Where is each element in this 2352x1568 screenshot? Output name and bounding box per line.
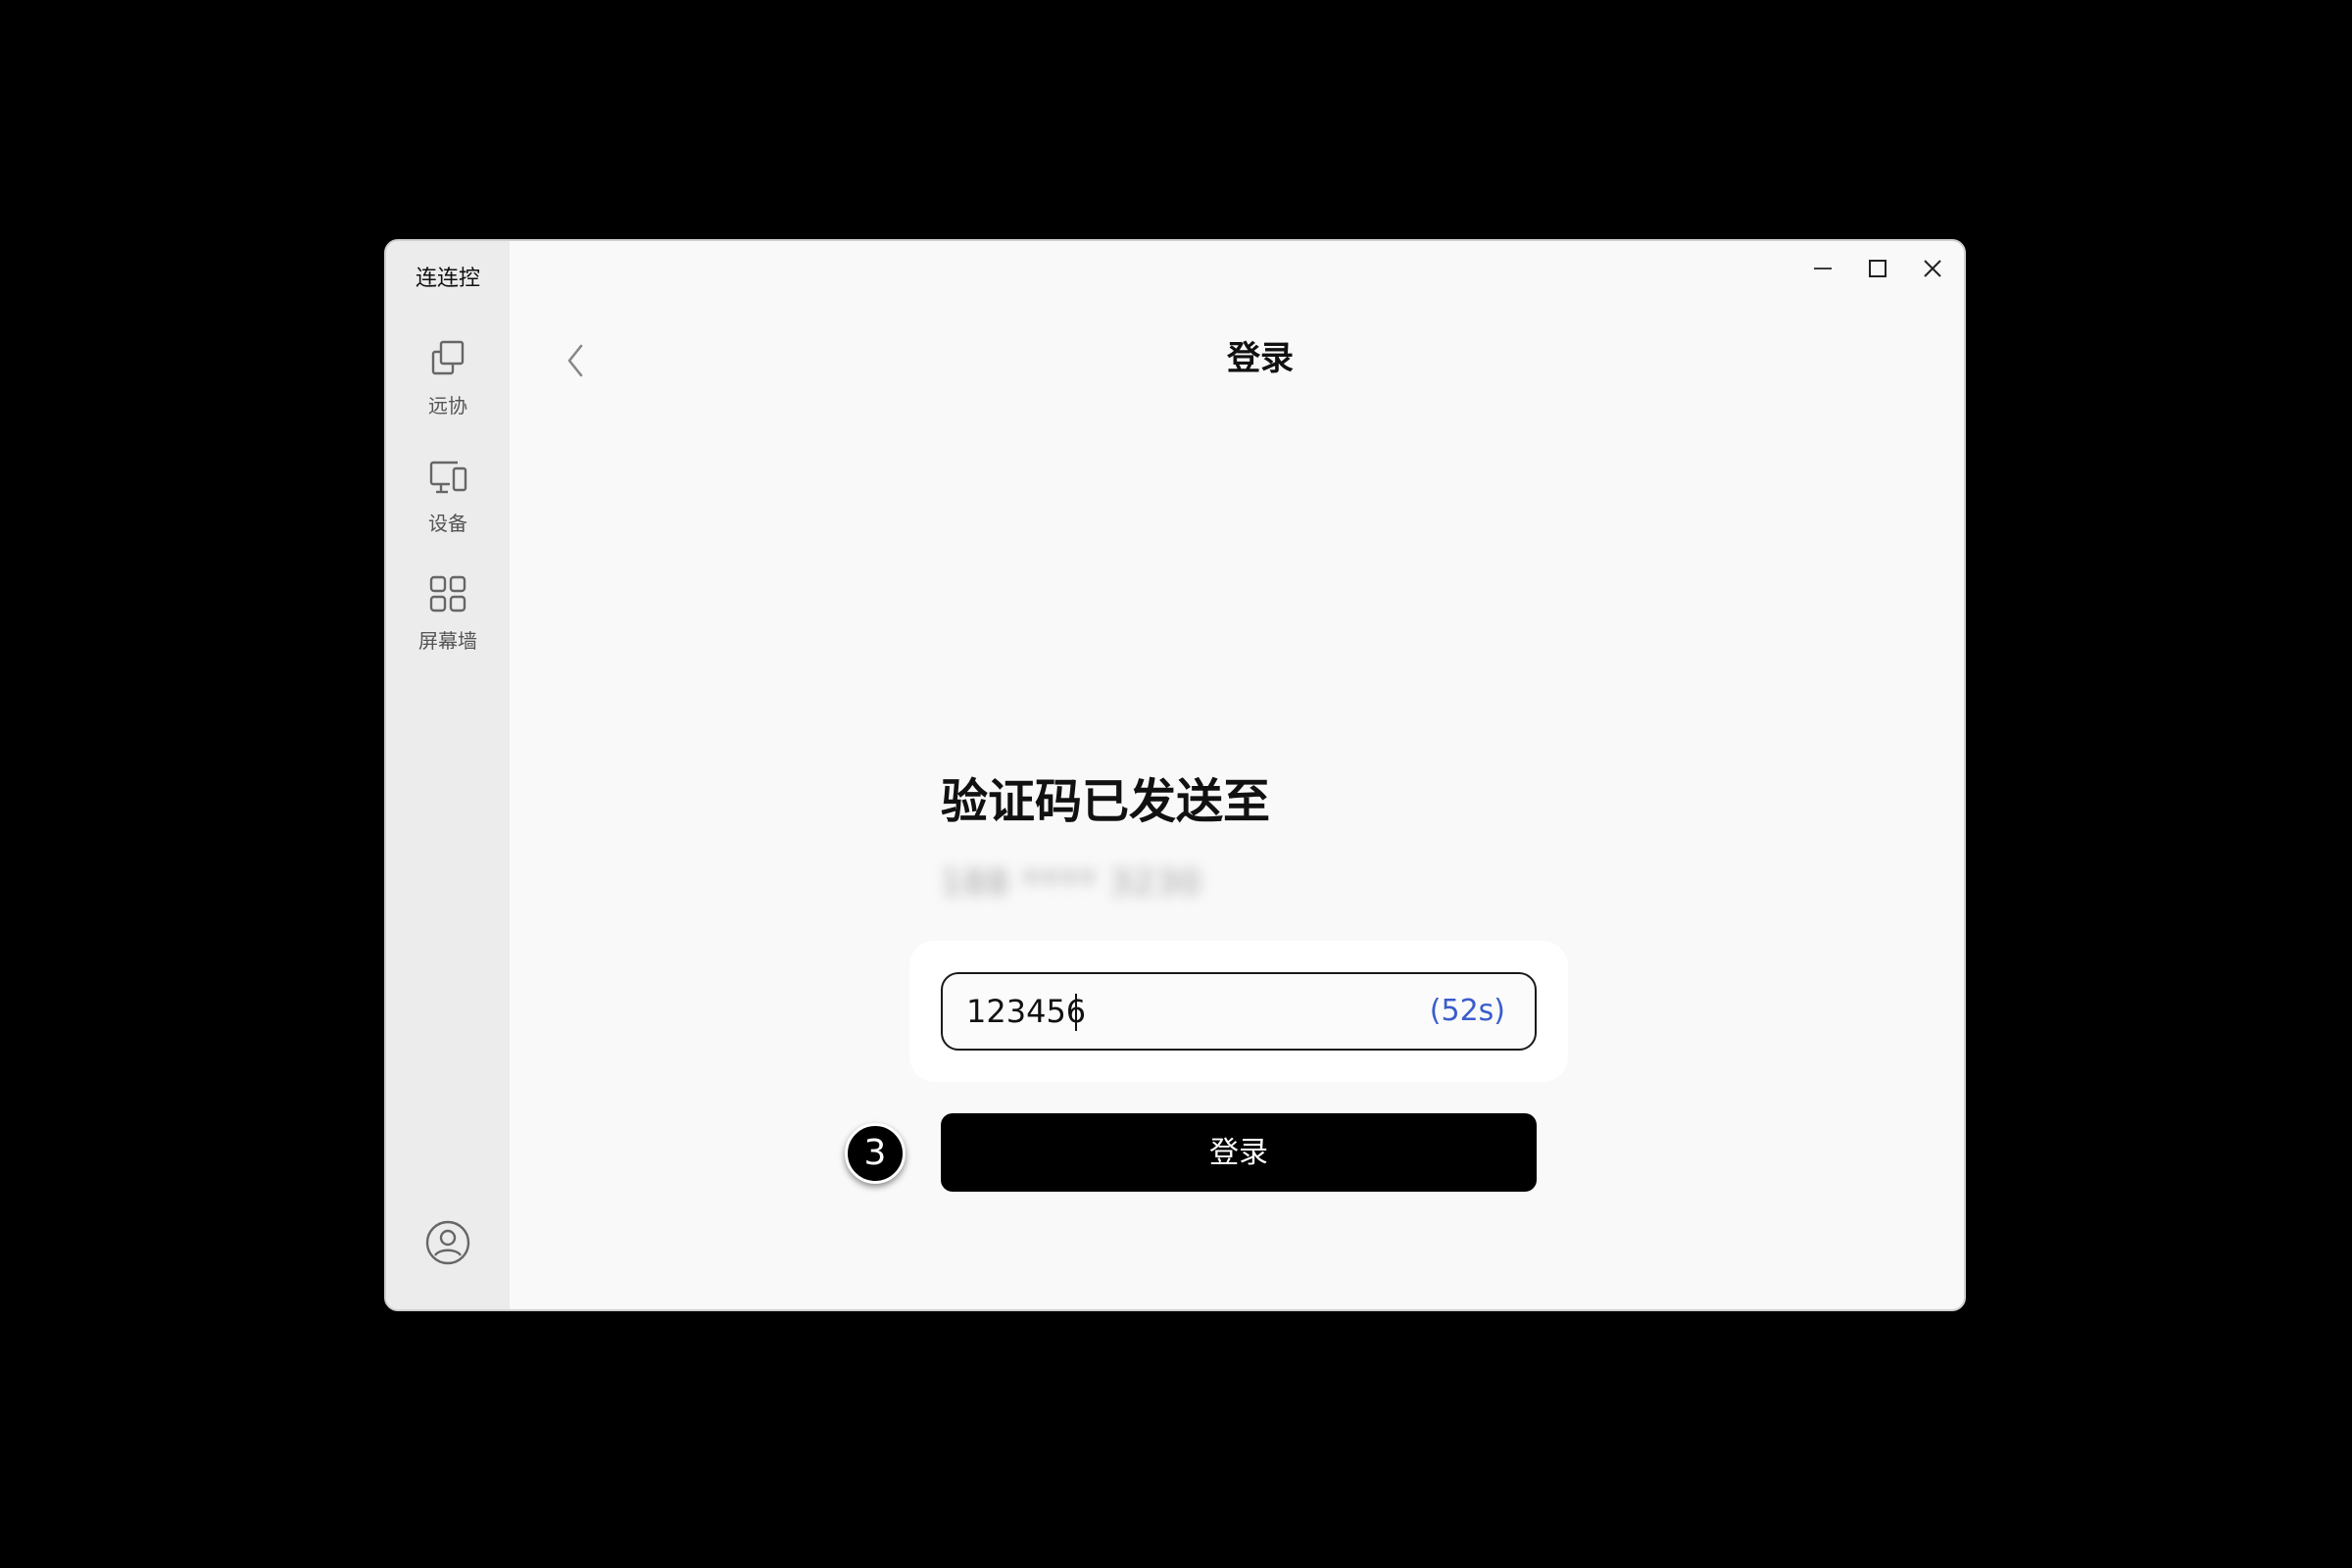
sidebar-item-remote-assist[interactable]: 远协 bbox=[386, 335, 510, 433]
close-icon bbox=[1924, 260, 1941, 277]
sidebar-item-label: 设备 bbox=[428, 512, 467, 535]
sidebar-item-devices[interactable]: 设备 bbox=[386, 453, 510, 551]
resend-countdown: (52s) bbox=[1429, 994, 1505, 1028]
app-title: 连连控 bbox=[415, 267, 480, 291]
code-sent-heading: 验证码已发送至 bbox=[941, 774, 1271, 829]
sidebar-item-label: 远协 bbox=[428, 394, 467, 417]
sidebar-item-screen-wall[interactable]: 屏幕墙 bbox=[386, 570, 510, 668]
verification-code-field[interactable]: (52s) bbox=[941, 972, 1537, 1051]
back-button[interactable] bbox=[551, 331, 600, 390]
text-caret bbox=[1075, 994, 1077, 1031]
sidebar: 连连控 远协 设备 屏幕墙 bbox=[386, 241, 510, 1309]
login-button[interactable]: 登录 bbox=[941, 1113, 1537, 1192]
maximize-icon bbox=[1869, 260, 1886, 277]
minimize-button[interactable] bbox=[1797, 249, 1848, 288]
maximize-button[interactable] bbox=[1852, 249, 1903, 288]
account-icon[interactable] bbox=[423, 1218, 472, 1267]
sidebar-item-label: 屏幕墙 bbox=[418, 629, 477, 653]
app-window: 连连控 远协 设备 屏幕墙 登录 验证码已发送至 188 **** 3230 1… bbox=[384, 239, 1966, 1311]
minimize-icon bbox=[1814, 268, 1832, 270]
phone-number: 188 **** 3230 bbox=[941, 863, 1203, 903]
page-title: 登录 bbox=[1227, 339, 1294, 378]
screen-wall-icon bbox=[429, 575, 466, 612]
close-button[interactable] bbox=[1907, 249, 1958, 288]
devices-icon bbox=[429, 461, 467, 494]
chevron-left-icon bbox=[567, 344, 583, 377]
verification-code-input[interactable] bbox=[966, 974, 1397, 1049]
step-badge: 3 bbox=[845, 1123, 906, 1184]
remote-assist-icon bbox=[431, 340, 465, 375]
